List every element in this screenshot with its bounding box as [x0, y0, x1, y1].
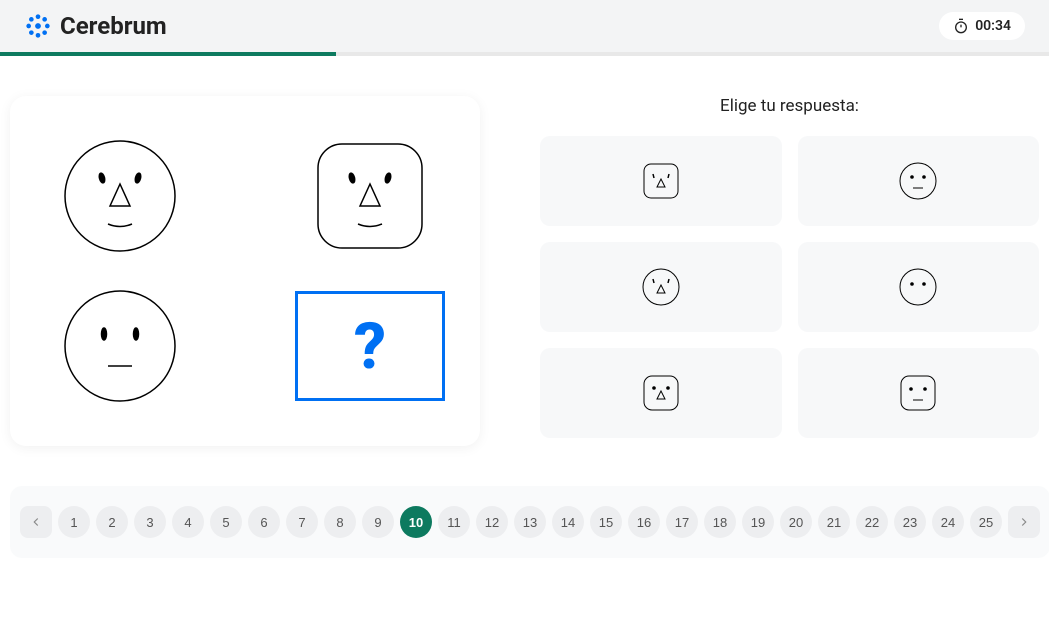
pagination: 1234567891011121314151617181920212223242…: [10, 486, 1049, 558]
content: ? Elige tu respuesta:: [0, 56, 1049, 466]
answer-6-icon: [897, 372, 939, 414]
answer-4-icon: [897, 266, 939, 308]
stopwatch-icon: [953, 18, 969, 34]
page-button-5[interactable]: 5: [210, 506, 242, 538]
chevron-right-icon: [1017, 515, 1031, 529]
page-button-21[interactable]: 21: [818, 506, 850, 538]
answer-section: Elige tu respuesta:: [540, 96, 1039, 446]
page-button-17[interactable]: 17: [666, 506, 698, 538]
page-next-button[interactable]: [1008, 506, 1040, 538]
chevron-left-icon: [29, 515, 43, 529]
puzzle-cell-question: ?: [295, 291, 445, 401]
page-button-15[interactable]: 15: [590, 506, 622, 538]
answer-prompt: Elige tu respuesta:: [540, 96, 1039, 116]
answer-option-5[interactable]: [540, 348, 782, 438]
page-button-19[interactable]: 19: [742, 506, 774, 538]
page-button-10[interactable]: 10: [400, 506, 432, 538]
page-button-13[interactable]: 13: [514, 506, 546, 538]
puzzle-card: ?: [10, 96, 480, 446]
page-button-20[interactable]: 20: [780, 506, 812, 538]
page-button-2[interactable]: 2: [96, 506, 128, 538]
answer-2-icon: [897, 160, 939, 202]
page-button-7[interactable]: 7: [286, 506, 318, 538]
answer-option-3[interactable]: [540, 242, 782, 332]
page-button-16[interactable]: 16: [628, 506, 660, 538]
header: Cerebrum 00:34: [0, 0, 1049, 52]
page-button-8[interactable]: 8: [324, 506, 356, 538]
page-button-12[interactable]: 12: [476, 506, 508, 538]
page-button-3[interactable]: 3: [134, 506, 166, 538]
page-button-6[interactable]: 6: [248, 506, 280, 538]
page-button-25[interactable]: 25: [970, 506, 1002, 538]
answer-option-1[interactable]: [540, 136, 782, 226]
page-button-4[interactable]: 4: [172, 506, 204, 538]
brand: Cerebrum: [24, 12, 167, 40]
progress-bar: [0, 52, 1049, 56]
question-mark-icon: ?: [354, 309, 386, 384]
page-prev-button[interactable]: [20, 506, 52, 538]
page-button-11[interactable]: 11: [438, 506, 470, 538]
puzzle-cell-2: [310, 136, 430, 256]
page-button-14[interactable]: 14: [552, 506, 584, 538]
puzzle-cell-3: [60, 286, 180, 406]
brand-name: Cerebrum: [60, 12, 167, 40]
page-button-1[interactable]: 1: [58, 506, 90, 538]
page-button-18[interactable]: 18: [704, 506, 736, 538]
page-button-24[interactable]: 24: [932, 506, 964, 538]
answer-grid: [540, 136, 1039, 438]
timer: 00:34: [939, 12, 1025, 40]
answer-5-icon: [640, 372, 682, 414]
progress-fill: [0, 52, 336, 56]
page-button-9[interactable]: 9: [362, 506, 394, 538]
answer-option-6[interactable]: [798, 348, 1040, 438]
timer-value: 00:34: [975, 18, 1011, 34]
puzzle-cell-1: [60, 136, 180, 256]
brand-logo-icon: [24, 12, 52, 40]
answer-option-4[interactable]: [798, 242, 1040, 332]
page-button-22[interactable]: 22: [856, 506, 888, 538]
page-button-23[interactable]: 23: [894, 506, 926, 538]
answer-1-icon: [640, 160, 682, 202]
answer-option-2[interactable]: [798, 136, 1040, 226]
answer-3-icon: [640, 266, 682, 308]
